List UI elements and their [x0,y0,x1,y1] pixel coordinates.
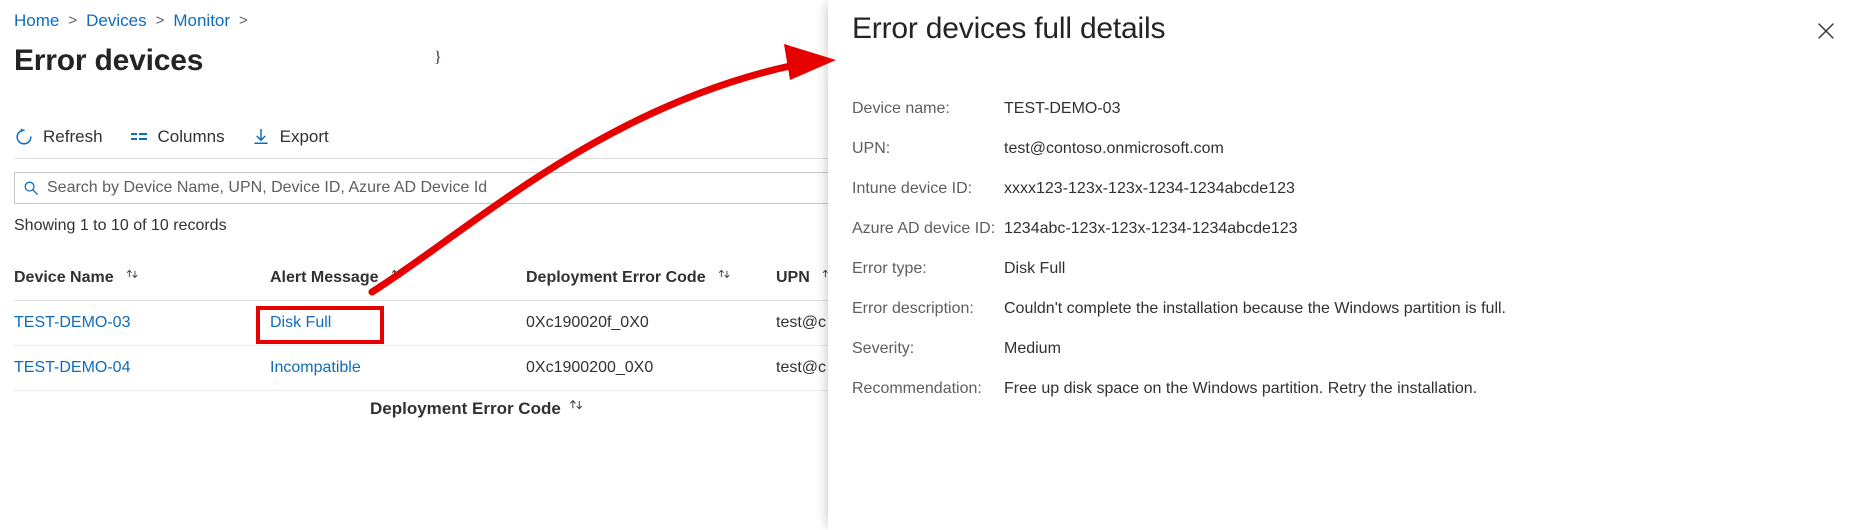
toolbar-divider [14,158,830,159]
page-title: Error devices [14,44,203,78]
search-icon [23,180,39,196]
detail-row-recommendation: Recommendation: Free up disk space on th… [852,380,1852,398]
cell-device-name: TEST-DEMO-03 [14,301,270,346]
breadcrumb-item-devices[interactable]: Devices [86,10,146,32]
columns-button[interactable]: Columns [129,127,225,147]
cell-error-code: 0Xc1900200_0X0 [526,346,776,391]
alert-message-link[interactable]: Disk Full [270,314,331,331]
detail-row-error-description: Error description: Couldn't complete the… [852,300,1852,318]
breadcrumb-separator: > [68,10,77,32]
close-icon[interactable] [1812,17,1840,45]
search-input[interactable] [47,179,830,197]
column-header-label: UPN [776,269,810,286]
detail-label: Device name: [852,100,1004,118]
column-header-label: Alert Message [270,269,379,286]
cell-upn: test@c [776,346,830,391]
table-header-row: Device Name Alert Message [14,258,830,301]
refresh-button[interactable]: Refresh [14,127,103,147]
footer-sort-control[interactable]: Deployment Error Code [370,398,585,420]
sort-arrows-icon[interactable] [568,398,585,420]
device-name-link[interactable]: TEST-DEMO-03 [14,314,130,331]
flyout-title: Error devices full details [852,12,1165,46]
sort-arrows-icon[interactable] [390,268,405,288]
refresh-icon [14,127,34,147]
detail-row-device-name: Device name: TEST-DEMO-03 [852,100,1852,118]
footer-sort-label: Deployment Error Code [370,399,561,419]
screenshot-root: Home > Devices > Monitor > Error devices… [0,0,1868,530]
cell-error-code: 0Xc190020f_0X0 [526,301,776,346]
detail-label: UPN: [852,140,1004,158]
stray-glyph: } [434,49,442,67]
cell-alert-message: Disk Full [270,301,526,346]
column-header-label: Deployment Error Code [526,269,706,286]
alert-message-link[interactable]: Incompatible [270,359,361,376]
search-box[interactable] [14,172,830,204]
cell-device-name: TEST-DEMO-04 [14,346,270,391]
detail-label: Recommendation: [852,380,1004,398]
details-list: Device name: TEST-DEMO-03 UPN: test@cont… [852,100,1852,420]
column-header-alert-message[interactable]: Alert Message [270,258,526,301]
detail-row-severity: Severity: Medium [852,340,1852,358]
sort-arrows-icon[interactable] [125,268,140,288]
sort-arrows-icon[interactable] [717,268,732,288]
export-label: Export [280,127,329,147]
detail-label: Severity: [852,340,1004,358]
detail-label: Azure AD device ID: [852,220,1004,238]
breadcrumb: Home > Devices > Monitor > [14,10,257,32]
cell-upn: test@c [776,301,830,346]
cell-alert-message: Incompatible [270,346,526,391]
detail-value: test@contoso.onmicrosoft.com [1004,140,1224,158]
detail-label: Error description: [852,300,1004,318]
column-header-label: Device Name [14,269,114,286]
detail-row-error-type: Error type: Disk Full [852,260,1852,278]
detail-value: Couldn't complete the installation becau… [1004,300,1506,318]
detail-value: 1234abc-123x-123x-1234-1234abcde123 [1004,220,1298,238]
table-row[interactable]: TEST-DEMO-03 Disk Full 0Xc190020f_0X0 te… [14,301,830,346]
refresh-label: Refresh [43,127,103,147]
detail-label: Intune device ID: [852,180,1004,198]
detail-value: TEST-DEMO-03 [1004,100,1120,118]
detail-value: xxxx123-123x-123x-1234-1234abcde123 [1004,180,1295,198]
error-devices-table: Device Name Alert Message [14,258,830,391]
column-header-deployment-error-code[interactable]: Deployment Error Code [526,258,776,301]
error-details-flyout: Error devices full details Device name: … [828,0,1868,530]
table-row[interactable]: TEST-DEMO-04 Incompatible 0Xc1900200_0X0… [14,346,830,391]
error-devices-page: Home > Devices > Monitor > Error devices… [0,0,830,530]
column-header-device-name[interactable]: Device Name [14,258,270,301]
columns-label: Columns [158,127,225,147]
records-count: Showing 1 to 10 of 10 records [14,217,227,235]
device-name-link[interactable]: TEST-DEMO-04 [14,359,130,376]
export-icon [251,127,271,147]
breadcrumb-item-monitor[interactable]: Monitor [173,10,230,32]
detail-label: Error type: [852,260,1004,278]
breadcrumb-separator: > [156,10,165,32]
export-button[interactable]: Export [251,127,329,147]
column-header-upn[interactable]: UPN [776,258,830,301]
detail-row-azure-ad-device-id: Azure AD device ID: 1234abc-123x-123x-12… [852,220,1852,238]
detail-row-intune-device-id: Intune device ID: xxxx123-123x-123x-1234… [852,180,1852,198]
detail-row-upn: UPN: test@contoso.onmicrosoft.com [852,140,1852,158]
columns-icon [129,127,149,147]
breadcrumb-item-home[interactable]: Home [14,10,59,32]
command-bar: Refresh Columns [14,122,329,152]
detail-value: Free up disk space on the Windows partit… [1004,380,1477,398]
breadcrumb-separator: > [239,10,248,32]
detail-value: Disk Full [1004,260,1065,278]
detail-value: Medium [1004,340,1061,358]
